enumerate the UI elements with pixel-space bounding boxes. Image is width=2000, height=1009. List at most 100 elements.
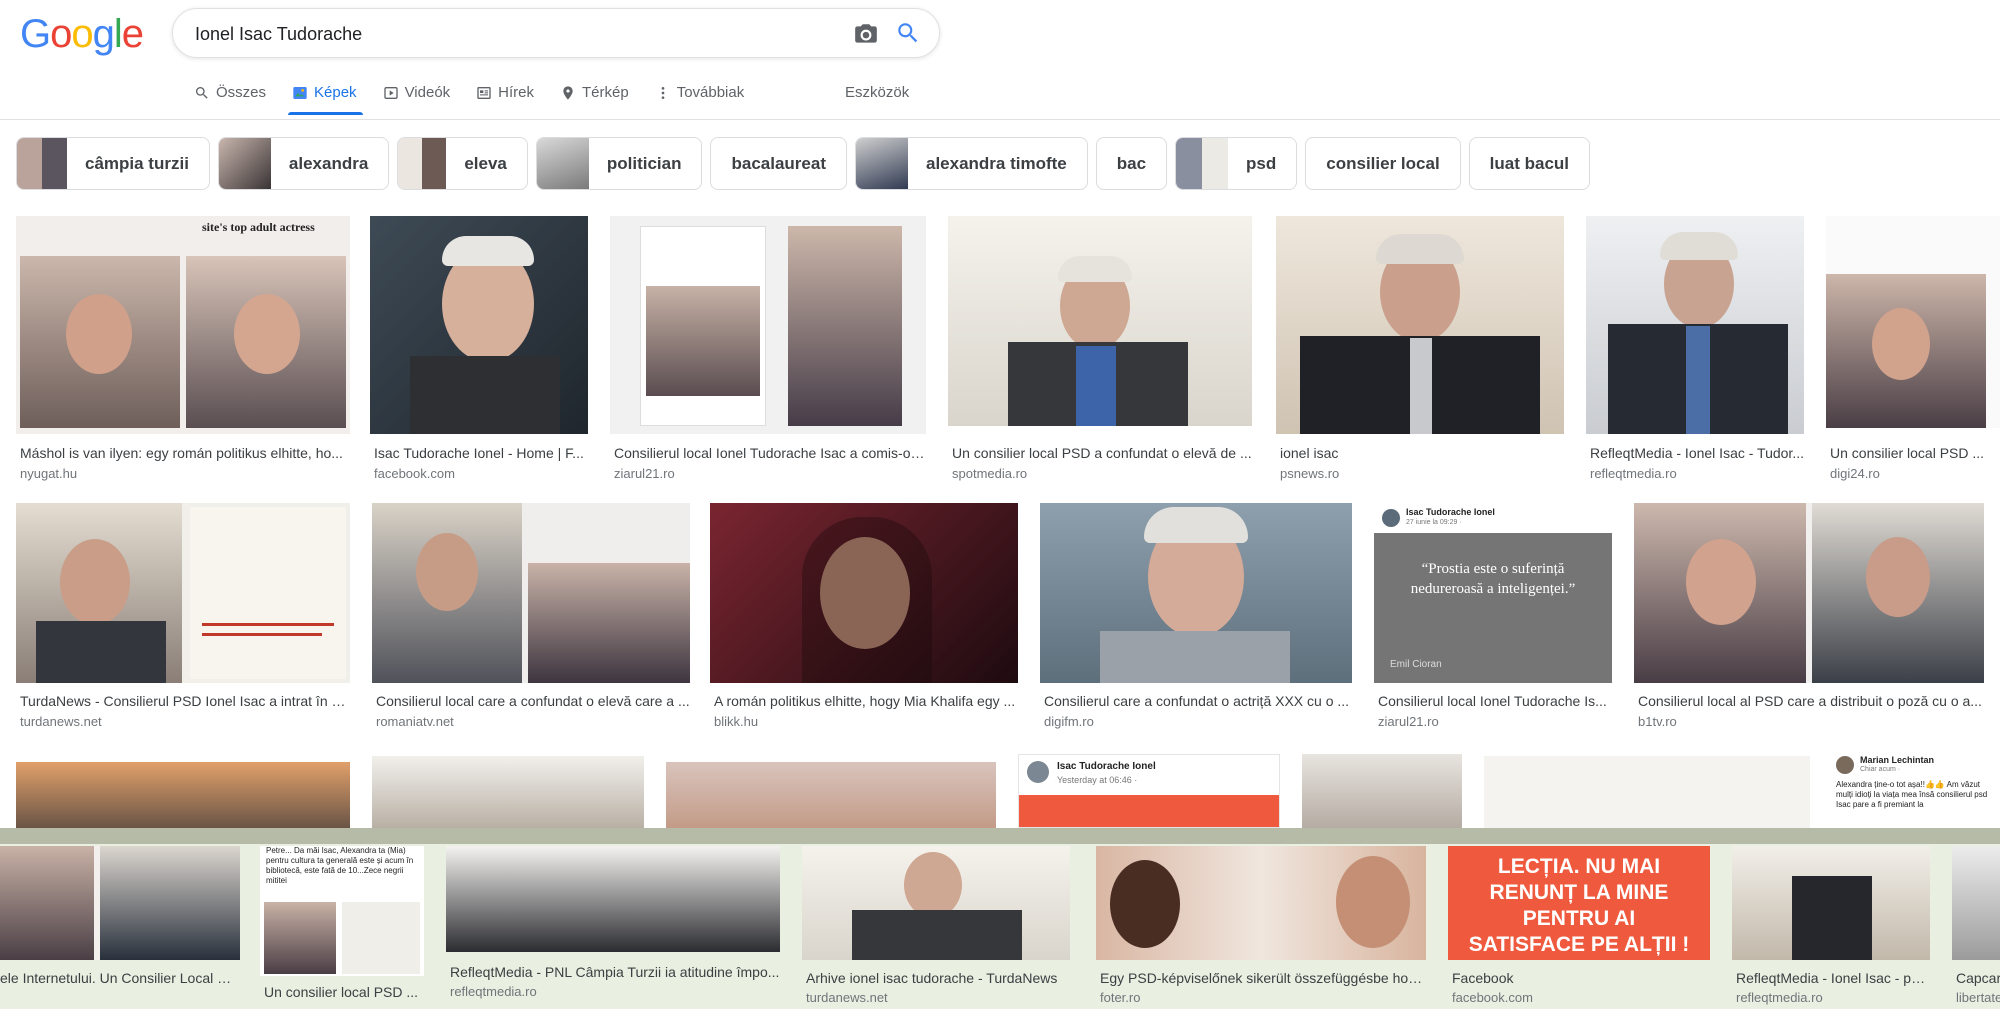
image-result[interactable]: site's top adult actress Máshol is van i…: [16, 216, 350, 486]
chip-eleva[interactable]: eleva: [397, 137, 528, 190]
result-caption: Consilierul local Ionel Tudorache Isac a…: [614, 445, 926, 461]
result-thumbnail: [372, 756, 644, 828]
chip-alexandra[interactable]: alexandra: [217, 137, 390, 190]
logo-letter: o: [71, 12, 93, 56]
image-result[interactable]: Petre... Da măi Isac, Alexandra ta (Mia)…: [260, 846, 424, 1009]
search-icon[interactable]: [895, 20, 921, 46]
image-result[interactable]: [1484, 756, 1810, 828]
header: Google Összes Képek Videók Hírek Térkép: [0, 0, 2000, 120]
image-result[interactable]: RefleqtMedia - PNL Câmpia Turzii ia atit…: [446, 846, 780, 1009]
image-result[interactable]: [16, 762, 350, 828]
search-box[interactable]: [172, 8, 940, 58]
result-source[interactable]: blikk.hu: [714, 714, 758, 729]
result-thumbnail: Isac Tudorache Ionel 27 iunie la 09:29 ·…: [1374, 503, 1612, 683]
chip-label: câmpia turzii: [85, 153, 189, 173]
result-caption: Egy PSD-képviselőnek sikerült összefüggé…: [1100, 970, 1426, 986]
logo-letter: G: [20, 12, 51, 56]
result-source[interactable]: spotmedia.ro: [952, 466, 1027, 481]
chip-campia-turzii[interactable]: câmpia turzii: [16, 137, 210, 190]
image-result[interactable]: Consilierul local Ionel Tudorache Isac a…: [610, 216, 926, 486]
result-thumbnail: Marian Lechintan Chiar acum · Alexandra …: [1832, 752, 2000, 828]
chip-label: alexandra: [288, 153, 369, 173]
image-result[interactable]: Capcar libertate: [1952, 846, 2000, 1009]
google-logo[interactable]: Google: [20, 12, 144, 57]
result-thumbnail: [370, 216, 588, 434]
card-quote: “Prostia este o suferință nedureroasă a …: [1410, 561, 1576, 597]
result-source[interactable]: ziarul21.ro: [1378, 714, 1439, 729]
search-input[interactable]: [195, 21, 795, 47]
tab-label: Videók: [404, 84, 451, 101]
result-source[interactable]: libertate: [1956, 990, 2000, 1005]
tab-images[interactable]: Képek: [288, 76, 367, 115]
result-thumbnail: [948, 216, 1252, 426]
chip-bac[interactable]: bac: [1095, 137, 1168, 190]
result-source[interactable]: facebook.com: [1452, 990, 1533, 1005]
image-result[interactable]: Consilierul local al PSD care a distribu…: [1634, 503, 1984, 739]
image-result[interactable]: Isac Tudorache Ionel Yesterday at 06:46 …: [1018, 754, 1280, 828]
result-source[interactable]: digi24.ro: [1830, 466, 1880, 481]
result-source[interactable]: refleqtmedia.ro: [1590, 466, 1677, 481]
result-source[interactable]: romaniatv.net: [376, 714, 454, 729]
tab-label: Hírek: [498, 84, 534, 101]
card-date: Yesterday at 06:46 ·: [1057, 775, 1138, 785]
result-thumbnail: Petre... Da măi Isac, Alexandra ta (Mia)…: [260, 846, 424, 976]
chip-politician[interactable]: politician: [535, 137, 703, 190]
image-result[interactable]: Un consilier local PSD a confundat o ele…: [948, 216, 1252, 486]
tab-more[interactable]: Továbbiak: [653, 76, 755, 115]
result-thumbnail: [710, 503, 1018, 683]
tools-button[interactable]: Eszközök: [845, 84, 909, 101]
result-caption: Un consilier local PSD ...: [264, 984, 419, 1000]
result-thumbnail: [1952, 846, 2000, 960]
result-thumbnail: [1586, 216, 1804, 434]
image-result[interactable]: RefleqtMedia - Ionel Isac - pa... refleq…: [1732, 846, 1930, 1009]
result-source[interactable]: turdanews.net: [20, 714, 102, 729]
image-result[interactable]: Egy PSD-képviselőnek sikerült összefüggé…: [1096, 846, 1426, 1009]
chip-luat-bacul[interactable]: luat bacul: [1468, 137, 1591, 190]
result-thumbnail: [1634, 503, 1984, 683]
image-result[interactable]: Consilierul local care a confundat o ele…: [372, 503, 690, 739]
image-result[interactable]: Isac Tudorache Ionel - Home | F... faceb…: [370, 216, 588, 486]
tab-videos[interactable]: Videók: [381, 76, 461, 115]
image-result[interactable]: [372, 756, 644, 828]
chip-alexandra-timofte[interactable]: alexandra timofte: [854, 137, 1088, 190]
result-caption: RefleqtMedia - PNL Câmpia Turzii ia atit…: [450, 964, 780, 980]
image-result[interactable]: [1302, 754, 1462, 828]
camera-icon[interactable]: [853, 21, 879, 47]
tab-maps[interactable]: Térkép: [558, 76, 639, 115]
image-result[interactable]: [666, 762, 996, 828]
image-result[interactable]: RefleqtMedia - Ionel Isac - Tudor... ref…: [1586, 216, 1804, 486]
result-source[interactable]: digifm.ro: [1044, 714, 1094, 729]
image-result[interactable]: Isac Tudorache Ionel 27 iunie la 09:29 ·…: [1374, 503, 1612, 739]
logo-letter: l: [113, 12, 123, 56]
result-source[interactable]: refleqtmedia.ro: [1736, 990, 1823, 1005]
card-date: 27 iunie la 09:29 ·: [1406, 519, 1462, 526]
image-result[interactable]: ele Internetului. Un Consilier Local P..…: [0, 846, 240, 1009]
result-source[interactable]: foter.ro: [1100, 990, 1140, 1005]
tab-all[interactable]: Összes: [192, 76, 276, 115]
result-thumbnail: [1732, 846, 1930, 960]
image-result[interactable]: Arhive ionel isac tudorache - TurdaNews …: [802, 846, 1070, 1009]
tab-news[interactable]: Hírek: [474, 76, 544, 115]
image-result[interactable]: Consilierul care a confundat o actriță X…: [1040, 503, 1352, 739]
image-result[interactable]: TurdaNews - Consilierul PSD Ionel Isac a…: [16, 503, 350, 739]
play-icon: [383, 86, 398, 99]
result-source[interactable]: facebook.com: [374, 466, 455, 481]
image-result[interactable]: ionel isac psnews.ro: [1276, 216, 1564, 486]
image-result[interactable]: Marian Lechintan Chiar acum · Alexandra …: [1832, 752, 2000, 828]
result-source[interactable]: turdanews.net: [806, 990, 888, 1005]
search-tabs: Összes Képek Videók Hírek Térkép További…: [192, 76, 768, 118]
chip-psd[interactable]: psd: [1175, 137, 1298, 190]
map-pin-icon: [563, 85, 573, 100]
image-result[interactable]: A román politikus elhitte, hogy Mia Khal…: [710, 503, 1018, 739]
result-source[interactable]: psnews.ro: [1280, 466, 1339, 481]
image-result[interactable]: LECȚIA. NU MAI RENUNȚ LA MINE PENTRU AI …: [1448, 846, 1710, 1009]
result-source[interactable]: refleqtmedia.ro: [450, 984, 537, 999]
result-source[interactable]: b1tv.ro: [1638, 714, 1677, 729]
chip-consilier-local[interactable]: consilier local: [1305, 137, 1461, 190]
chip-bacalaureat[interactable]: bacalaureat: [710, 137, 847, 190]
image-result[interactable]: Un consilier local PSD ... digi24.ro: [1826, 216, 2000, 486]
result-source[interactable]: nyugat.hu: [20, 466, 77, 481]
chip-thumbnail: [17, 138, 67, 189]
result-caption: TurdaNews - Consilierul PSD Ionel Isac a…: [20, 693, 350, 709]
result-source[interactable]: ziarul21.ro: [614, 466, 675, 481]
